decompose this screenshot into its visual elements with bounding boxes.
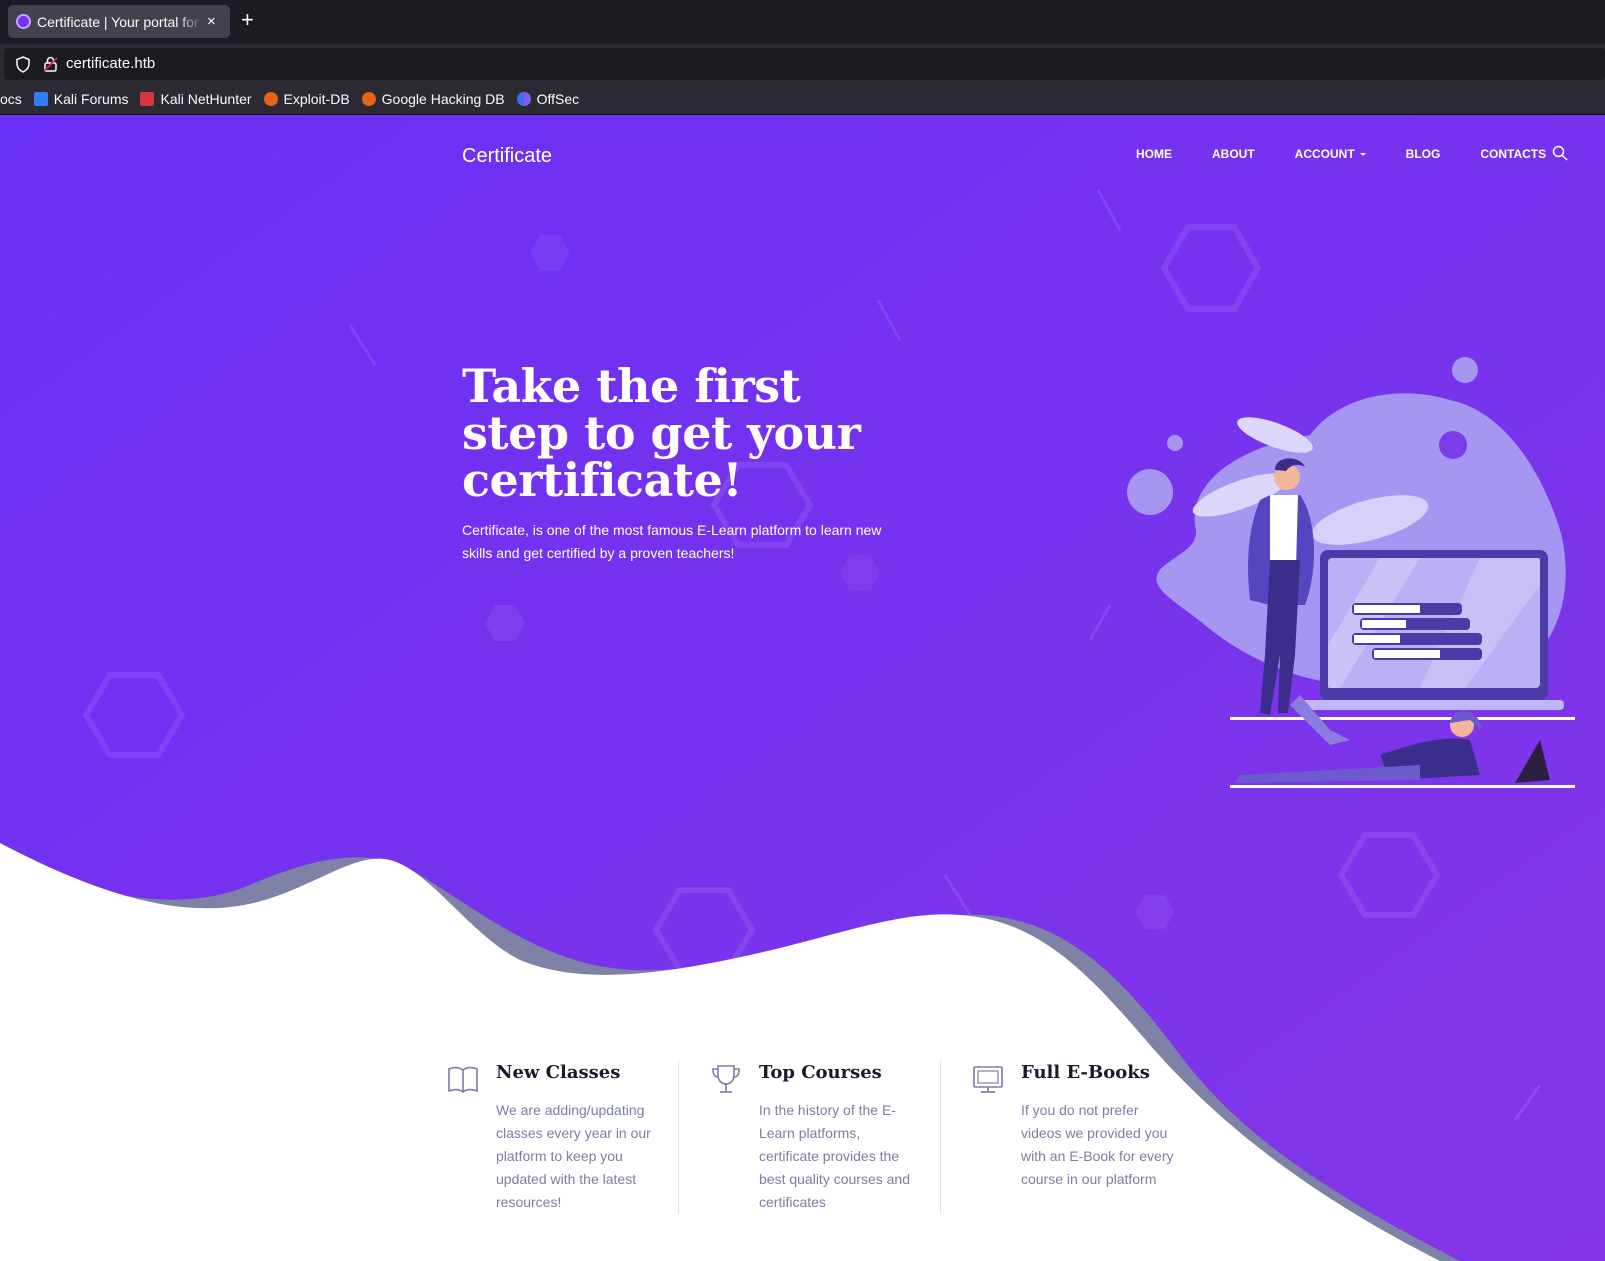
hero-title: Take the first step to get your certific… — [462, 359, 861, 507]
book-icon — [448, 1066, 478, 1093]
hero-description: Certificate, is one of the most famous E… — [462, 522, 882, 561]
bookmark-label: Kali NetHunter — [160, 91, 252, 107]
new-tab-button[interactable]: + — [241, 9, 254, 31]
bookmark-kali-forums[interactable]: Kali Forums — [33, 91, 129, 107]
caret-down-icon — [1359, 152, 1366, 156]
nav-blog[interactable]: BLOG — [1406, 147, 1441, 161]
bookmark-label: OffSec — [536, 91, 580, 107]
url-text[interactable]: certificate.htb — [66, 55, 155, 72]
bookmark-docs[interactable]: ocs — [0, 91, 22, 107]
browser-tab[interactable]: Certificate | Your portal for certificat… — [8, 5, 230, 38]
feature-title: Top Courses — [759, 1062, 882, 1083]
bookmark-label: Kali Forums — [53, 91, 129, 107]
kali-forums-icon — [33, 92, 48, 106]
site-favicon-icon — [16, 14, 31, 29]
tab-title: Certificate | Your portal for certificat… — [37, 13, 203, 30]
nav-account-label: ACCOUNT — [1294, 147, 1355, 161]
kali-nethunter-icon — [140, 92, 155, 106]
feature-title: New Classes — [496, 1062, 621, 1083]
feature-new-classes: New Classes We are adding/updating class… — [446, 1060, 678, 1214]
nav-account[interactable]: ACCOUNT — [1295, 147, 1366, 161]
feature-text: In the history of the E-Learn platforms,… — [759, 1102, 910, 1210]
hero-illustration — [1127, 357, 1575, 788]
feature-body: Full E-Books If you do not prefer videos… — [1021, 1060, 1181, 1214]
bookmark-exploit-db[interactable]: Exploit-DB — [263, 91, 350, 107]
feature-title: Full E-Books — [1021, 1062, 1150, 1083]
bookmark-label: Exploit-DB — [283, 91, 350, 107]
google-hacking-db-icon — [361, 92, 376, 106]
bookmark-google-hacking-db[interactable]: Google Hacking DB — [361, 91, 505, 107]
nav-about[interactable]: ABOUT — [1212, 147, 1255, 161]
nav-home[interactable]: HOME — [1136, 147, 1172, 161]
feature-text: We are adding/updating classes every yea… — [496, 1102, 651, 1210]
navigation-toolbar: certificate.htb — [0, 44, 1605, 84]
feature-body: Top Courses In the history of the E-Lear… — [759, 1060, 919, 1214]
monitor-icon — [973, 1066, 1003, 1093]
bookmark-label: ocs — [0, 91, 22, 107]
offsec-icon — [516, 92, 531, 106]
address-bar[interactable]: certificate.htb — [4, 48, 1605, 80]
bookmark-label: Google Hacking DB — [381, 91, 505, 107]
web-page: Certificate HOME ABOUT ACCOUNT BLOG CONT… — [0, 115, 1605, 1261]
close-tab-icon[interactable]: × — [207, 13, 216, 30]
shield-icon[interactable] — [15, 56, 31, 73]
bookmarks-toolbar: ocs Kali Forums Kali NetHunter Exploit-D… — [0, 84, 1605, 115]
browser-tab-strip: Certificate | Your portal for certificat… — [0, 0, 1605, 44]
bookmark-offsec[interactable]: OffSec — [516, 91, 580, 107]
trophy-icon — [712, 1065, 740, 1093]
bookmark-kali-nethunter[interactable]: Kali NetHunter — [140, 91, 252, 107]
insecure-lock-icon[interactable] — [42, 55, 60, 73]
site-logo[interactable]: Certificate — [462, 145, 552, 168]
nav-contacts[interactable]: CONTACTS — [1480, 147, 1546, 161]
main-nav: HOME ABOUT ACCOUNT BLOG CONTACTS — [1136, 147, 1586, 161]
features-section: New Classes We are adding/updating class… — [446, 1060, 1202, 1214]
feature-top-courses: Top Courses In the history of the E-Lear… — [678, 1060, 940, 1214]
exploit-db-icon — [263, 92, 278, 106]
search-icon[interactable] — [1552, 145, 1568, 161]
feature-text: If you do not prefer videos we provided … — [1021, 1102, 1174, 1187]
feature-body: New Classes We are adding/updating class… — [496, 1060, 656, 1214]
feature-full-ebooks: Full E-Books If you do not prefer videos… — [940, 1060, 1202, 1214]
